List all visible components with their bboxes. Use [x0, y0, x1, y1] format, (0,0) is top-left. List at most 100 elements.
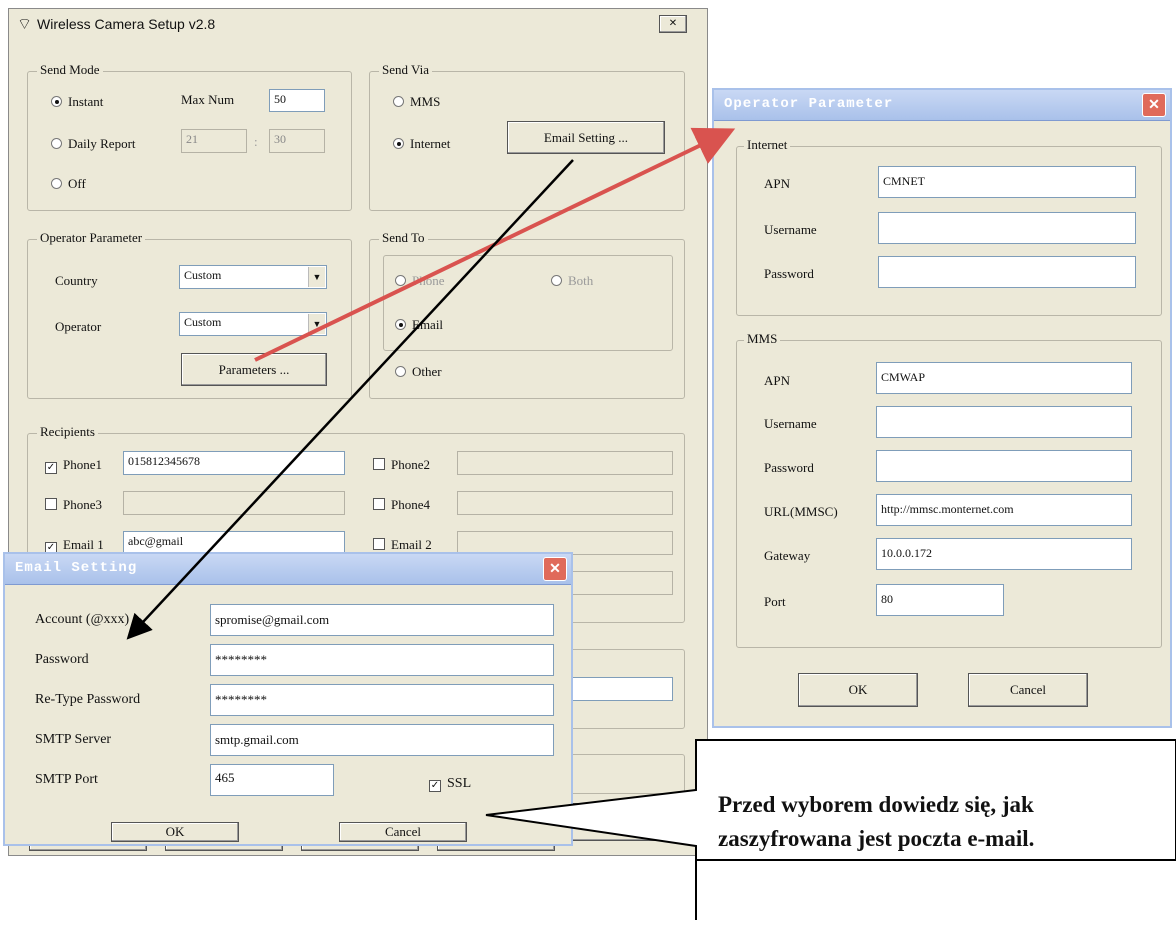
- off-radio[interactable]: Off: [51, 176, 86, 192]
- email-cancel-button[interactable]: Cancel: [339, 822, 467, 842]
- main-close-button[interactable]: ✕: [659, 15, 687, 33]
- mms-username-input[interactable]: [876, 406, 1132, 438]
- checkbox-checked-icon: ✓: [45, 462, 57, 474]
- send-to-inner-group: [383, 255, 673, 351]
- internet-username-input[interactable]: [878, 212, 1136, 244]
- checkbox-unchecked-icon: [45, 498, 57, 510]
- checkbox-unchecked-icon: [373, 538, 385, 550]
- operator-select[interactable]: Custom ▼: [179, 312, 327, 336]
- phone2-checkbox[interactable]: Phone2: [373, 457, 430, 473]
- account-label: Account (@xxx): [35, 612, 130, 627]
- internet-radio[interactable]: Internet: [393, 136, 450, 152]
- mms-password-label: Password: [764, 460, 814, 475]
- mms-group-label: MMS: [744, 331, 781, 347]
- both-radio[interactable]: Both: [551, 273, 593, 289]
- mms-password-input[interactable]: [876, 450, 1132, 482]
- email-dialog-title: Email Setting: [15, 560, 138, 576]
- mms-url-input[interactable]: http://mmsc.monternet.com: [876, 494, 1132, 526]
- parameters-button[interactable]: Parameters ...: [181, 353, 327, 386]
- radio-checked-icon: [393, 138, 404, 149]
- send-via-label: Send Via: [379, 62, 433, 78]
- ssl-checkbox[interactable]: ✓ SSL: [429, 776, 471, 792]
- radio-unchecked-icon: [393, 96, 404, 107]
- send-mode-label: Send Mode: [37, 62, 103, 78]
- smtp-server-input[interactable]: smtp.gmail.com: [210, 724, 554, 756]
- send-to-label: Send To: [379, 230, 428, 246]
- phone4-input[interactable]: [457, 491, 673, 515]
- max-num-label: Max Num: [181, 92, 235, 107]
- password-label: Password: [35, 652, 89, 667]
- phone4-checkbox[interactable]: Phone4: [373, 497, 430, 513]
- recipients-label: Recipients: [37, 424, 98, 440]
- other-radio[interactable]: Other: [395, 364, 442, 380]
- internet-username-label: Username: [764, 222, 817, 237]
- dropdown-arrow-icon: ▼: [308, 267, 325, 287]
- hidden-input[interactable]: [569, 677, 673, 701]
- radio-unchecked-icon: [395, 275, 406, 286]
- operator-dialog-title: Operator Parameter: [724, 96, 894, 112]
- instant-radio[interactable]: Instant: [51, 94, 103, 110]
- time-separator: :: [254, 134, 258, 149]
- close-icon: ✕: [668, 18, 678, 29]
- mms-gateway-input[interactable]: 10.0.0.172: [876, 538, 1132, 570]
- main-window-title: Wireless Camera Setup v2.8: [37, 16, 216, 32]
- password-input[interactable]: ********: [210, 644, 554, 676]
- email-setting-button[interactable]: Email Setting ...: [507, 121, 665, 154]
- daily-report-radio[interactable]: Daily Report: [51, 136, 136, 152]
- retype-password-input[interactable]: ********: [210, 684, 554, 716]
- max-num-input[interactable]: 50: [269, 89, 325, 112]
- email-dialog-close-button[interactable]: ✕: [543, 557, 567, 581]
- main-cancel-button[interactable]: Cancel: [571, 803, 685, 841]
- mms-radio[interactable]: MMS: [393, 94, 440, 110]
- smtp-port-input[interactable]: 465: [210, 764, 334, 796]
- operator-dialog-close-button[interactable]: ✕: [1142, 93, 1166, 117]
- internet-password-label: Password: [764, 266, 814, 281]
- phone3-input[interactable]: [123, 491, 345, 515]
- mms-username-label: Username: [764, 416, 817, 431]
- internet-apn-input[interactable]: CMNET: [878, 166, 1136, 198]
- mms-url-label: URL(MMSC): [764, 504, 838, 519]
- account-input[interactable]: spromise@gmail.com: [210, 604, 554, 636]
- internet-password-input[interactable]: [878, 256, 1136, 288]
- email-ok-button[interactable]: OK: [111, 822, 239, 842]
- phone3-checkbox[interactable]: Phone3: [45, 497, 102, 513]
- smtp-server-label: SMTP Server: [35, 732, 112, 747]
- phone-radio[interactable]: Phone: [395, 273, 445, 289]
- mms-port-label: Port: [764, 594, 786, 609]
- daily-minute-input[interactable]: 30: [269, 129, 325, 153]
- main-titlebar: ⌔ Wireless Camera Setup v2.8 ✕: [9, 9, 707, 39]
- operator-parameter-label: Operator Parameter: [37, 230, 146, 246]
- email-dialog-titlebar: Email Setting ✕: [5, 554, 571, 585]
- radio-unchecked-icon: [51, 178, 62, 189]
- phone1-checkbox[interactable]: ✓ Phone1: [45, 457, 102, 474]
- radio-checked-icon: [51, 96, 62, 107]
- email2-checkbox[interactable]: Email 2: [373, 537, 432, 553]
- internet-apn-label: APN: [764, 176, 791, 191]
- operator-parameter-dialog: Operator Parameter ✕ Internet APN CMNET …: [712, 88, 1172, 728]
- mms-port-input[interactable]: 80: [876, 584, 1004, 616]
- callout-line-2: zaszyfrowana jest poczta e-mail.: [718, 826, 1035, 851]
- country-select[interactable]: Custom ▼: [179, 265, 327, 289]
- close-icon: ✕: [549, 560, 561, 576]
- checkbox-unchecked-icon: [373, 498, 385, 510]
- mms-apn-input[interactable]: CMWAP: [876, 362, 1132, 394]
- checkbox-unchecked-icon: [373, 458, 385, 470]
- operator-label: Operator: [55, 319, 102, 334]
- country-label: Country: [55, 273, 98, 288]
- daily-hour-input[interactable]: 21: [181, 129, 247, 153]
- wifi-icon: ⌔: [17, 14, 33, 33]
- radio-unchecked-icon: [51, 138, 62, 149]
- mms-apn-label: APN: [764, 373, 791, 388]
- operator-dialog-titlebar: Operator Parameter ✕: [714, 90, 1170, 121]
- checkbox-checked-icon: ✓: [429, 780, 441, 792]
- phone2-input[interactable]: [457, 451, 673, 475]
- radio-unchecked-icon: [395, 366, 406, 377]
- operator-ok-button[interactable]: OK: [798, 673, 918, 707]
- email-radio[interactable]: Email: [395, 317, 443, 333]
- phone1-input[interactable]: 015812345678: [123, 451, 345, 475]
- radio-unchecked-icon: [551, 275, 562, 286]
- retype-password-label: Re-Type Password: [35, 692, 141, 707]
- operator-cancel-button[interactable]: Cancel: [968, 673, 1088, 707]
- smtp-port-label: SMTP Port: [35, 772, 98, 787]
- radio-checked-icon: [395, 319, 406, 330]
